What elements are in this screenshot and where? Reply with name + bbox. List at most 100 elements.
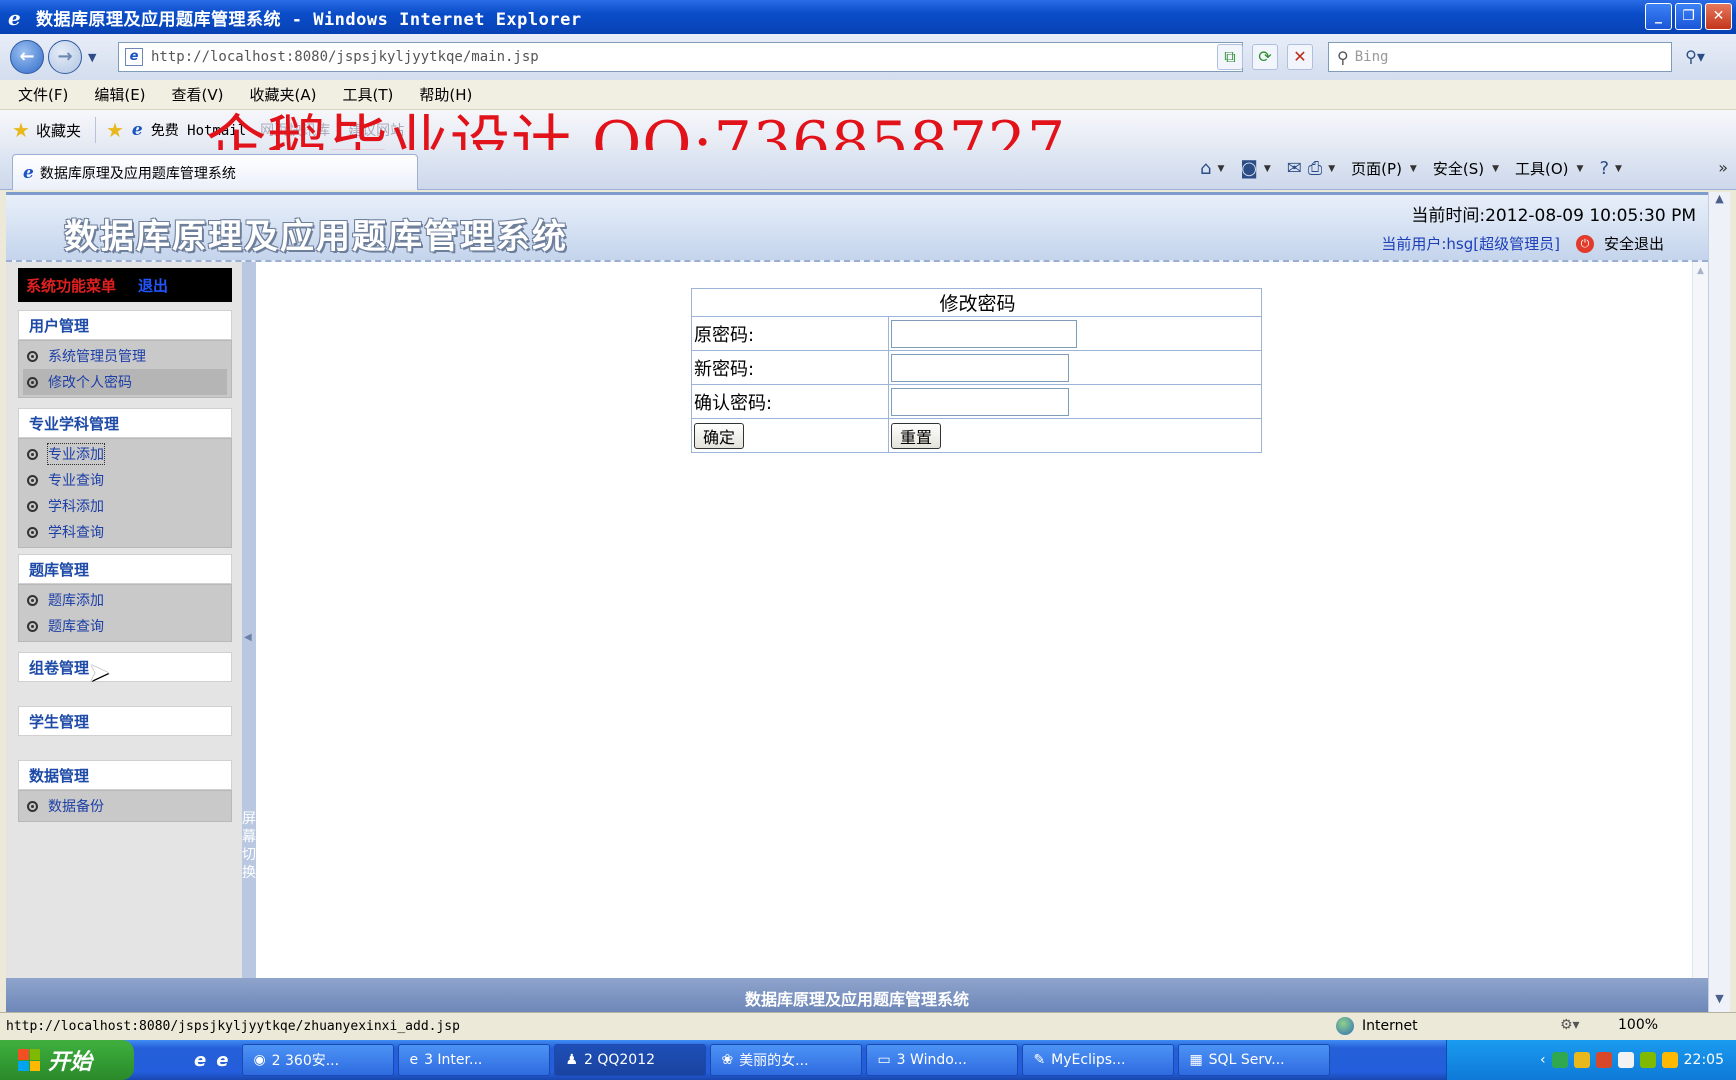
help-dropdown-icon[interactable]: ▼ bbox=[1615, 164, 1622, 174]
address-url[interactable]: http://localhost:8080/jspsjkyljyytkqe/ma… bbox=[151, 49, 539, 65]
home-dropdown-icon[interactable]: ▼ bbox=[1217, 164, 1224, 174]
stop-button[interactable]: ✕ bbox=[1287, 44, 1313, 70]
tray-app-icon[interactable] bbox=[1639, 1052, 1656, 1068]
page-scroll-down-icon[interactable]: ▼ bbox=[1709, 992, 1730, 1012]
submit-button[interactable]: 确定 bbox=[694, 422, 745, 449]
maximize-button[interactable]: ❐ bbox=[1675, 3, 1702, 30]
confirm-password-input[interactable] bbox=[891, 387, 1069, 416]
menu-edit[interactable]: 编辑(E) bbox=[94, 84, 145, 105]
task-sql[interactable]: ▦ SQL Serv... bbox=[1178, 1044, 1331, 1076]
task-app-icon: ♟ bbox=[565, 1052, 578, 1068]
task-qq[interactable]: ♟ 2 QQ2012 bbox=[554, 1044, 707, 1076]
minimize-button[interactable]: _ bbox=[1645, 3, 1672, 30]
safety-dropdown-icon[interactable]: ▼ bbox=[1492, 164, 1499, 174]
menu-view[interactable]: 查看(V) bbox=[172, 84, 224, 105]
sidebar-item-change-password[interactable]: 修改个人密码 bbox=[23, 369, 227, 395]
frame-scrollbar[interactable]: ▲ ▼ bbox=[1692, 262, 1708, 1012]
task-ie[interactable]: e 3 Inter... bbox=[398, 1044, 551, 1076]
forward-button[interactable]: → bbox=[48, 40, 82, 74]
chevron-more-icon[interactable]: » bbox=[1718, 158, 1728, 177]
security-zone[interactable]: Internet bbox=[1336, 1017, 1418, 1035]
sidebar-item-admin-manage[interactable]: 系统管理员管理 bbox=[23, 343, 227, 369]
confirm-password-cell bbox=[888, 384, 1262, 419]
help-icon[interactable]: ? bbox=[1599, 158, 1609, 179]
sidebar-item-data-backup[interactable]: 数据备份 bbox=[23, 793, 227, 819]
mail-icon[interactable]: ✉ bbox=[1287, 158, 1302, 179]
screen-switch-label[interactable]: 屏幕切换 bbox=[242, 810, 256, 882]
group-title[interactable]: 题库管理 bbox=[18, 554, 232, 584]
search-box[interactable]: ⚲ Bing bbox=[1328, 42, 1672, 72]
menu-favorites[interactable]: 收藏夹(A) bbox=[250, 84, 317, 105]
tray-app-icon[interactable] bbox=[1595, 1052, 1612, 1068]
clock[interactable]: 22:05 bbox=[1684, 1052, 1724, 1068]
task-image[interactable]: ❀ 美丽的女... bbox=[710, 1044, 863, 1076]
browser-tab[interactable]: e 数据库原理及应用题库管理系统 bbox=[12, 154, 418, 190]
menu-file[interactable]: 文件(F) bbox=[18, 84, 68, 105]
refresh-button[interactable]: ⟳ bbox=[1252, 44, 1278, 70]
tray-app-icon[interactable] bbox=[1551, 1052, 1568, 1068]
feeds-icon[interactable]: ◙ bbox=[1240, 158, 1257, 179]
compatibility-view-button[interactable]: ⧉ bbox=[1217, 44, 1243, 70]
quicklaunch-ie-icon[interactable]: e bbox=[194, 1050, 206, 1071]
group-major-subject: 专业学科管理 专业添加 专业查询 学科添加 学科查询 bbox=[18, 408, 232, 548]
sidebar-item-major-add[interactable]: 专业添加 bbox=[23, 441, 227, 467]
group-title[interactable]: 组卷管理 bbox=[18, 652, 232, 682]
task-explorer[interactable]: ▭ 3 Windo... bbox=[866, 1044, 1019, 1076]
close-button[interactable]: ✕ bbox=[1705, 3, 1732, 30]
print-icon[interactable]: ⎙ bbox=[1308, 158, 1322, 179]
tools-dropdown-icon[interactable]: ▼ bbox=[1577, 164, 1584, 174]
tray-expand-icon[interactable]: ‹ bbox=[1540, 1052, 1546, 1068]
item-label: 数据备份 bbox=[48, 799, 104, 815]
address-bar[interactable]: e http://localhost:8080/jspsjkyljyytkqe/… bbox=[118, 42, 1243, 72]
tray-app-icon[interactable] bbox=[1661, 1052, 1678, 1068]
tools-menu[interactable]: 工具(O) bbox=[1515, 158, 1569, 179]
new-password-input[interactable] bbox=[891, 353, 1069, 382]
quicklaunch-browser-icon[interactable]: e bbox=[216, 1050, 228, 1071]
scroll-up-icon[interactable]: ▲ bbox=[1693, 266, 1708, 276]
page-scroll-up-icon[interactable]: ▲ bbox=[1709, 192, 1730, 212]
group-title[interactable]: 专业学科管理 bbox=[18, 408, 232, 438]
menu-help[interactable]: 帮助(H) bbox=[419, 84, 472, 105]
start-button[interactable]: 开始 bbox=[0, 1040, 134, 1080]
search-button[interactable]: ⚲▾ bbox=[1680, 44, 1710, 70]
group-title[interactable]: 学生管理 bbox=[18, 706, 232, 736]
reset-button[interactable]: 重置 bbox=[891, 422, 942, 449]
group-title[interactable]: 用户管理 bbox=[18, 310, 232, 340]
page-menu[interactable]: 页面(P) bbox=[1351, 158, 1402, 179]
menu-tools[interactable]: 工具(T) bbox=[342, 84, 393, 105]
feeds-dropdown-icon[interactable]: ▼ bbox=[1264, 164, 1271, 174]
task-360[interactable]: ◉ 2 360安... bbox=[242, 1044, 395, 1076]
page-scrollbar[interactable]: ▲ ▼ bbox=[1708, 192, 1730, 1012]
sidebar-item-subject-add[interactable]: 学科添加 bbox=[23, 493, 227, 519]
refresh-icon: ⟳ bbox=[1258, 47, 1272, 66]
favorites-button[interactable]: 收藏夹 bbox=[36, 120, 81, 141]
sidebar-item-major-query[interactable]: 专业查询 bbox=[23, 467, 227, 493]
item-label: 系统管理员管理 bbox=[48, 349, 146, 365]
home-icon[interactable]: ⌂ bbox=[1200, 158, 1211, 179]
add-favorite-icon[interactable]: ★ bbox=[106, 118, 124, 142]
safety-menu[interactable]: 安全(S) bbox=[1433, 158, 1484, 179]
task-app-icon: ▭ bbox=[877, 1052, 891, 1068]
taskbar: 开始 e e ◉ 2 360安... e 3 Inter... ♟ 2 QQ2012 … bbox=[0, 1040, 1736, 1080]
logout-link[interactable]: 安全退出 bbox=[1604, 233, 1664, 254]
sidebar-item-bank-query[interactable]: 题库查询 bbox=[23, 613, 227, 639]
tray-app-icon[interactable] bbox=[1573, 1052, 1590, 1068]
old-password-input[interactable] bbox=[891, 319, 1077, 348]
back-button[interactable]: ← bbox=[10, 40, 44, 74]
globe-icon bbox=[1336, 1017, 1354, 1035]
sidebar-item-bank-add[interactable]: 题库添加 bbox=[23, 587, 227, 613]
sidebar-exit-link[interactable]: 退出 bbox=[138, 275, 168, 296]
status-url: http://localhost:8080/jspsjkyljyytkqe/zh… bbox=[6, 1019, 460, 1034]
group-title[interactable]: 数据管理 bbox=[18, 760, 232, 790]
print-dropdown-icon[interactable]: ▼ bbox=[1328, 164, 1335, 174]
page-dropdown-icon[interactable]: ▼ bbox=[1410, 164, 1417, 174]
sidebar-item-subject-query[interactable]: 学科查询 bbox=[23, 519, 227, 545]
tray-app-icon[interactable] bbox=[1617, 1052, 1634, 1068]
collapse-arrow-icon[interactable]: ◀ bbox=[244, 632, 252, 643]
protected-mode-icon[interactable]: ⚙▾ bbox=[1560, 1017, 1580, 1033]
zoom-level[interactable]: 100% bbox=[1618, 1017, 1658, 1033]
task-myeclipse[interactable]: ✎ MyEclips... bbox=[1022, 1044, 1175, 1076]
history-dropdown-icon[interactable]: ▼ bbox=[88, 51, 96, 64]
frame-splitter[interactable]: ◀ 屏幕切换 bbox=[242, 262, 256, 1012]
group-paper: 组卷管理 bbox=[18, 652, 232, 682]
